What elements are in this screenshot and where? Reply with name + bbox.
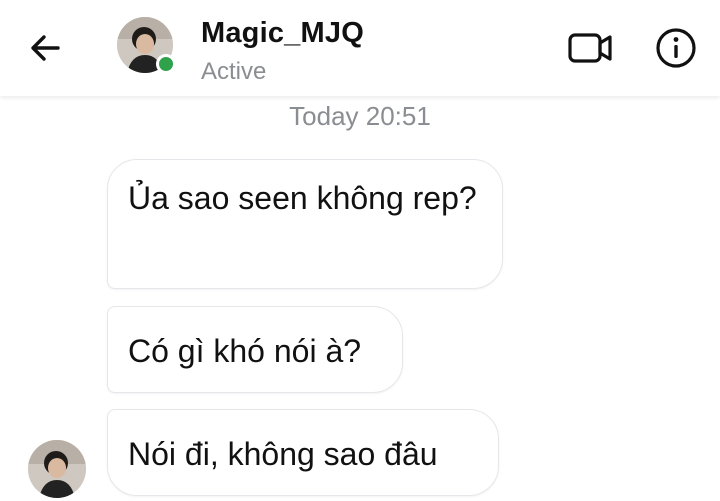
message-bubble[interactable]: Ủa sao seen không rep? — [107, 159, 503, 289]
online-status-dot — [156, 54, 176, 74]
sender-avatar[interactable] — [28, 440, 86, 498]
contact-name[interactable]: Magic_MJQ — [201, 17, 364, 50]
arrow-left-icon — [31, 35, 60, 61]
chat-screen: Magic_MJQ Active Today 20:51 Ủa sao seen… — [0, 0, 720, 501]
contact-status: Active — [201, 58, 267, 85]
info-button[interactable] — [654, 26, 698, 70]
message-bubble[interactable]: Có gì khó nói à? — [107, 306, 403, 393]
video-call-button[interactable] — [566, 28, 616, 68]
message-bubble[interactable]: Nói đi, không sao đâu — [107, 409, 499, 496]
video-camera-icon — [568, 33, 612, 63]
contact-avatar[interactable] — [117, 17, 176, 75]
message-timestamp: Today 20:51 — [289, 101, 431, 131]
back-button[interactable] — [26, 28, 66, 68]
chat-header: Magic_MJQ Active — [0, 0, 720, 96]
info-icon — [656, 28, 696, 68]
